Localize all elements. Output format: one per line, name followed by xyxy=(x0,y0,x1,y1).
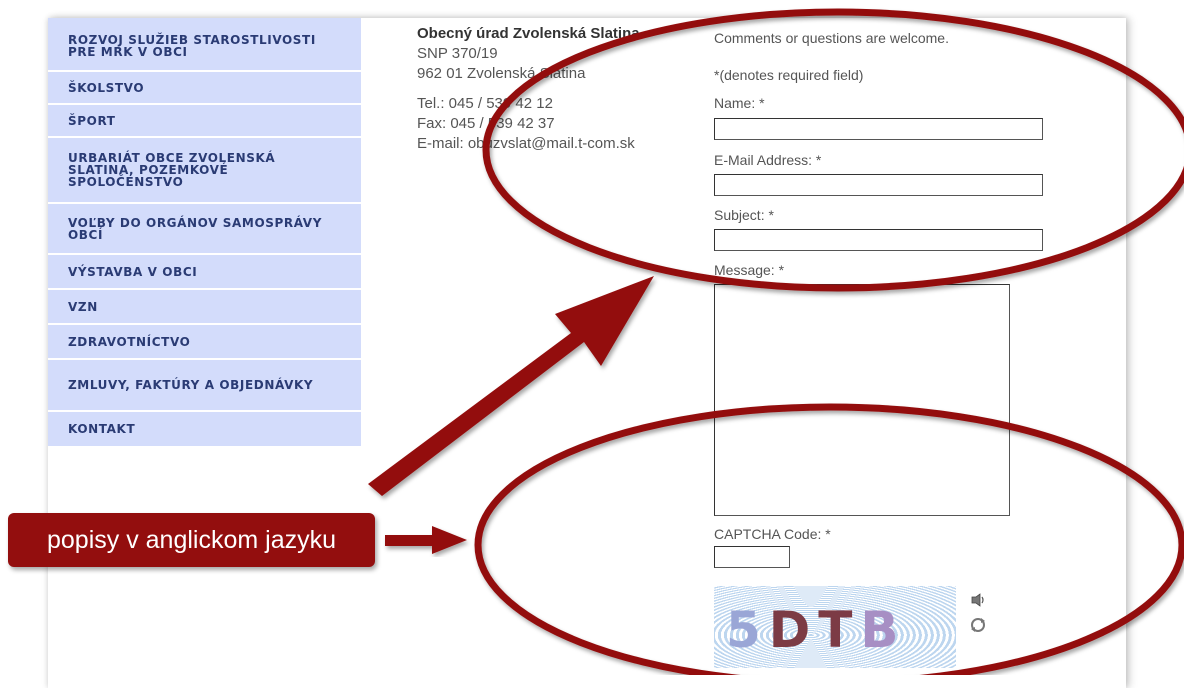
message-textarea[interactable] xyxy=(714,284,1010,516)
captcha-image: 5DTB xyxy=(714,586,956,668)
sidebar-item-label: VÝSTAVBA V OBCI xyxy=(68,264,198,279)
name-input[interactable] xyxy=(714,118,1043,140)
sidebar-menu: ROZVOJ SLUŽIEB STAROSTLIVOSTI PRE MRK V … xyxy=(48,18,361,448)
sidebar-item-urbariat[interactable]: URBARIÁT OBCE ZVOLENSKÁ SLATINA, POZEMKO… xyxy=(48,138,361,204)
sidebar-item-skolstvo[interactable]: ŠKOLSTVO xyxy=(48,72,361,105)
sidebar-item-label: VZN xyxy=(68,299,98,314)
sidebar-item-label: ZDRAVOTNÍCTVO xyxy=(68,334,191,349)
subject-input[interactable] xyxy=(714,229,1043,251)
address-fax: Fax: 045 / 539 42 37 xyxy=(417,115,555,132)
sidebar-item-label: ŠPORT xyxy=(68,113,116,128)
captcha-char: B xyxy=(860,601,907,659)
address-city: 962 01 Zvolenská Slatina xyxy=(417,65,586,82)
name-label: Name: * xyxy=(714,95,765,111)
speaker-icon[interactable] xyxy=(970,592,986,608)
sidebar-item-zmluvy[interactable]: ZMLUVY, FAKTÚRY A OBJEDNÁVKY xyxy=(48,360,361,412)
sidebar-item-label: ROZVOJ SLUŽIEB STAROSTLIVOSTI PRE MRK V … xyxy=(68,33,316,59)
contact-address: Obecný úrad Zvolenská Slatina SNP 370/19… xyxy=(417,24,687,154)
refresh-icon[interactable] xyxy=(970,617,986,633)
annotation-callout: popisy v anglickom jazyku xyxy=(8,513,375,567)
subject-label: Subject: * xyxy=(714,207,774,223)
captcha-char: DT xyxy=(768,601,861,659)
captcha-char: 5 xyxy=(726,601,769,659)
email-label: E-Mail Address: * xyxy=(714,152,822,168)
email-input[interactable] xyxy=(714,174,1043,196)
address-street: SNP 370/19 xyxy=(417,45,498,62)
address-tel: Tel.: 045 / 539 42 12 xyxy=(417,95,553,112)
required-note: *(denotes required field) xyxy=(714,67,864,83)
captcha-label: CAPTCHA Code: * xyxy=(714,526,831,542)
captcha-input[interactable] xyxy=(714,546,790,568)
sidebar-item-vzn[interactable]: VZN xyxy=(48,290,361,325)
sidebar-item-zdravotnictvo[interactable]: ZDRAVOTNÍCTVO xyxy=(48,325,361,360)
sidebar-item-rozvoj-sluzieb[interactable]: ROZVOJ SLUŽIEB STAROSTLIVOSTI PRE MRK V … xyxy=(48,18,361,72)
address-gap xyxy=(417,84,687,94)
office-name: Obecný úrad Zvolenská Slatina xyxy=(417,25,640,42)
sidebar-item-label: VOĽBY DO ORGÁNOV SAMOSPRÁVY OBCÍ xyxy=(68,215,322,242)
sidebar-item-volby[interactable]: VOĽBY DO ORGÁNOV SAMOSPRÁVY OBCÍ xyxy=(48,204,361,255)
sidebar-item-label: URBARIÁT OBCE ZVOLENSKÁ SLATINA, POZEMKO… xyxy=(68,151,276,189)
sidebar-item-label: ZMLUVY, FAKTÚRY A OBJEDNÁVKY xyxy=(68,378,314,392)
form-intro: Comments or questions are welcome. xyxy=(714,30,949,46)
sidebar-item-kontakt[interactable]: KONTAKT xyxy=(48,412,361,448)
sidebar-item-label: ŠKOLSTVO xyxy=(68,80,145,95)
captcha-code: 5DTB xyxy=(726,600,907,660)
address-email[interactable]: E-mail: obuzvslat@mail.t-com.sk xyxy=(417,134,687,154)
message-label: Message: * xyxy=(714,262,785,278)
sidebar-item-vystavba[interactable]: VÝSTAVBA V OBCI xyxy=(48,255,361,290)
sidebar-item-label: KONTAKT xyxy=(68,422,136,436)
sidebar-item-sport[interactable]: ŠPORT xyxy=(48,105,361,138)
